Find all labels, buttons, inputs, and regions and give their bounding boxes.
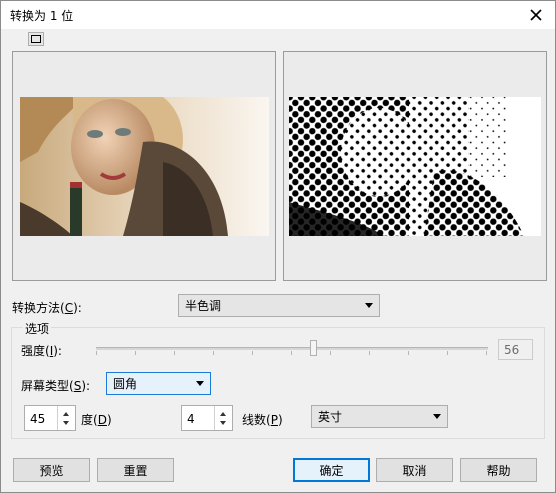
spin-up-icon[interactable] [220,412,226,416]
unit-value: 英寸 [318,410,343,424]
slider-tick [291,351,292,355]
method-label: 转换方法(C): [12,301,82,315]
angle-label: 度(D) [81,413,112,427]
slider-tick [96,351,97,355]
intensity-slider-track[interactable] [96,347,488,350]
spin-down-icon[interactable] [63,421,69,425]
lines-label: 线数(P) [242,413,283,427]
preview-button[interactable]: 预览 [13,458,90,482]
original-preview-pane[interactable] [12,51,276,281]
slider-tick [135,351,136,355]
chevron-down-icon [433,414,441,419]
chevron-down-icon [365,303,373,308]
result-preview-pane[interactable] [283,51,547,281]
cancel-button[interactable]: 取消 [376,458,453,482]
convert-to-1bit-dialog: 转换为 1 位 转换方法(C): 半色调 选项 强度(I): 56 屏幕类型(S… [0,0,556,493]
dialog-title: 转换为 1 位 [10,9,74,23]
cancel-button-label: 取消 [402,463,427,478]
method-value: 半色调 [185,299,222,313]
slider-tick [369,351,370,355]
preview-mode-toggle-button[interactable] [28,32,44,46]
intensity-label: 强度(I): [21,344,62,358]
lines-value: 4 [187,412,195,426]
angle-stepper[interactable]: 45 [24,405,76,431]
options-group-label: 选项 [23,320,52,337]
slider-tick [408,351,409,355]
slider-tick [174,351,175,355]
slider-tick [447,351,448,355]
original-photo [20,97,269,236]
slider-tick [252,351,253,355]
chevron-down-icon [196,381,204,386]
close-icon[interactable] [523,3,549,27]
ok-button[interactable]: 确定 [293,458,370,482]
slider-tick [330,351,331,355]
slider-tick [486,351,487,355]
slider-tick [213,351,214,355]
spin-up-icon[interactable] [63,412,69,416]
reset-button[interactable]: 重置 [97,458,174,482]
lines-stepper[interactable]: 4 [181,405,233,431]
single-preview-icon [31,35,41,43]
intensity-value-field[interactable]: 56 [498,339,533,360]
reset-button-label: 重置 [123,463,148,478]
screen-type-label: 屏幕类型(S): [21,379,91,393]
screen-type-value: 圆角 [113,377,138,391]
help-button-label: 帮助 [486,463,511,478]
help-button[interactable]: 帮助 [460,458,537,482]
intensity-value: 56 [504,342,520,357]
unit-dropdown[interactable]: 英寸 [311,405,448,428]
spin-down-icon[interactable] [220,421,226,425]
angle-value: 45 [30,412,46,426]
screen-type-dropdown[interactable]: 圆角 [106,372,211,395]
halftone-result [289,97,541,236]
preview-button-label: 预览 [39,463,64,478]
ok-button-label: 确定 [319,463,344,478]
title-bar: 转换为 1 位 [1,1,555,29]
lines-spin-buttons[interactable] [214,406,232,430]
angle-spin-buttons[interactable] [57,406,75,430]
method-dropdown[interactable]: 半色调 [178,294,380,317]
intensity-slider-thumb[interactable] [310,340,317,356]
